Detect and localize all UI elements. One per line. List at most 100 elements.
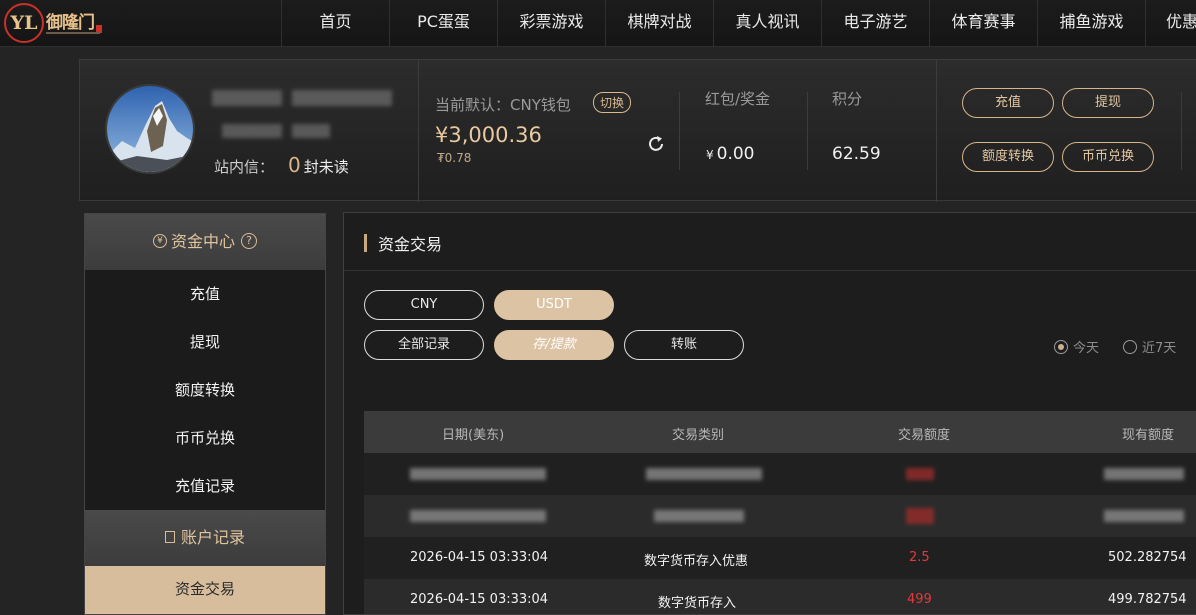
nav-item-slots[interactable]: 电子游艺	[821, 0, 929, 47]
col-type: 交易类别	[672, 428, 725, 443]
masked-cell	[410, 510, 546, 522]
masked-level	[222, 124, 282, 138]
radio-selected-icon	[1054, 340, 1068, 354]
main-content: 资金交易 CNY USDT 全部记录 存/提款 转账 今天 近7天 日期(美东)…	[343, 212, 1196, 615]
nav-item-promotions[interactable]: 优惠	[1145, 0, 1196, 47]
bonus-currency: ¥	[706, 148, 714, 162]
tab-cny[interactable]: CNY	[364, 290, 484, 320]
cell-date: 2026-04-15 03:33:04	[410, 550, 549, 565]
nav-item-live-video[interactable]: 真人视讯	[713, 0, 821, 47]
unread-unit: 封未读	[303, 158, 349, 176]
logo-subline	[46, 32, 100, 34]
default-wallet-label: 当前默认：CNY钱包	[435, 96, 571, 114]
masked-cell	[906, 508, 934, 524]
points-value: 62.59	[832, 144, 881, 164]
transactions-table: 日期(美东) 交易类别 交易额度 现有额度 2026-04-15 03:33:0…	[364, 411, 1196, 614]
sidebar: ¥ 资金中心? 充值 提现 额度转换 币币兑换 充值记录 账户记录 资金交易	[84, 213, 326, 615]
table-row: 2026-04-15 03:33:04 数字货币存入 499 499.78275…	[364, 579, 1196, 614]
range-7days[interactable]: 近7天	[1123, 337, 1176, 356]
radio-icon	[1123, 340, 1137, 354]
switch-wallet-button[interactable]: 切换	[593, 92, 632, 113]
main-nav: 首页 PC蛋蛋 彩票游戏 棋牌对战 真人视讯 电子游艺 体育赛事 捕鱼游戏 优惠	[281, 0, 1196, 47]
range-7days-label: 近7天	[1142, 341, 1177, 356]
table-row-masked	[364, 453, 1196, 495]
divider	[1181, 92, 1182, 170]
divider	[807, 92, 808, 170]
divider	[679, 92, 680, 170]
table-row-masked	[364, 495, 1196, 537]
logo-name: 御隆门	[46, 13, 95, 33]
page-title: 资金交易	[378, 235, 443, 254]
site-messages-label: 站内信：	[214, 158, 275, 176]
unread-count: 0	[288, 153, 301, 177]
sidebar-section-fund-center: ¥ 资金中心?	[85, 214, 325, 270]
cell-amount: 499	[907, 592, 932, 607]
wallet-sub-balance: ₮0.78	[437, 151, 472, 165]
cell-type: 数字货币存入	[658, 596, 737, 611]
nav-item-fishing[interactable]: 捕鱼游戏	[1037, 0, 1145, 47]
table-row: 2026-04-15 03:33:04 数字货币存入优惠 2.5 502.282…	[364, 537, 1196, 579]
sidebar-item-deposit-records[interactable]: 充值记录	[85, 462, 325, 510]
nav-item-home[interactable]: 首页	[281, 0, 389, 47]
masked-cell	[1104, 468, 1184, 480]
divider	[936, 60, 937, 202]
col-date: 日期(美东)	[442, 428, 505, 443]
divider	[418, 60, 419, 202]
masked-cell	[654, 510, 744, 522]
masked-cell	[410, 468, 546, 480]
sidebar-item-coin-exchange[interactable]: 币币兑换	[85, 414, 325, 462]
top-navbar: YL 御隆门 首页 PC蛋蛋 彩票游戏 棋牌对战 真人视讯 电子游艺 体育赛事 …	[0, 0, 1196, 47]
cell-balance: 502.282754	[1108, 550, 1187, 565]
help-icon[interactable]: ?	[241, 233, 257, 249]
nav-item-lottery[interactable]: 彩票游戏	[497, 0, 605, 47]
document-icon	[164, 531, 175, 543]
masked-cell	[646, 468, 762, 480]
refresh-icon[interactable]	[645, 133, 667, 155]
tab-transfer[interactable]: 转账	[624, 330, 744, 360]
masked-cell	[906, 468, 934, 480]
page-title-bar: 资金交易	[344, 213, 1196, 271]
cell-type: 数字货币存入优惠	[644, 554, 749, 569]
sidebar-item-withdraw[interactable]: 提现	[85, 318, 325, 366]
user-info-panel: 站内信： 0 封未读 当前默认：CNY钱包 切换 ¥3,000.36 ₮0.78 红…	[79, 59, 1196, 202]
sidebar-section-account-records: 账户记录	[85, 510, 325, 566]
cell-amount: 2.5	[909, 550, 930, 565]
sidebar-section-title: 账户记录	[180, 528, 245, 547]
tab-usdt[interactable]: USDT	[494, 290, 614, 320]
title-accent	[364, 234, 367, 252]
bonus-label: 红包/奖金	[705, 90, 771, 108]
masked-level-2	[292, 124, 330, 138]
sidebar-section-title: 资金中心	[170, 232, 235, 251]
sidebar-item-fund-transactions[interactable]: 资金交易	[85, 566, 325, 614]
nav-item-card-games[interactable]: 棋牌对战	[605, 0, 713, 47]
coin-exchange-button[interactable]: 币币兑换	[1062, 142, 1154, 172]
transfer-quota-button[interactable]: 额度转换	[962, 142, 1054, 172]
bonus-amount: 0.00	[716, 144, 755, 164]
points-label: 积分	[832, 90, 863, 108]
masked-username	[212, 90, 282, 106]
range-today[interactable]: 今天	[1054, 337, 1099, 356]
col-balance: 现有额度	[1122, 428, 1175, 443]
avatar[interactable]	[105, 84, 195, 174]
tab-deposit-withdraw[interactable]: 存/提款	[494, 330, 614, 360]
sidebar-item-transfer-quota[interactable]: 额度转换	[85, 366, 325, 414]
tab-all-records[interactable]: 全部记录	[364, 330, 484, 360]
withdraw-button[interactable]: 提现	[1062, 88, 1154, 118]
nav-item-sports[interactable]: 体育赛事	[929, 0, 1037, 47]
table-header: 日期(美东) 交易类别 交易额度 现有额度	[364, 411, 1196, 453]
sidebar-item-deposit[interactable]: 充值	[85, 270, 325, 318]
yen-coin-icon: ¥	[152, 234, 167, 248]
site-messages[interactable]: 站内信： 0 封未读	[214, 153, 349, 177]
site-logo[interactable]: YL 御隆门	[4, 3, 104, 43]
nav-item-pc-egg[interactable]: PC蛋蛋	[389, 0, 497, 47]
range-today-label: 今天	[1073, 341, 1100, 356]
bonus-value: ¥0.00	[706, 144, 755, 164]
cell-balance: 499.782754	[1108, 592, 1187, 607]
cell-date: 2026-04-15 03:33:04	[410, 592, 549, 607]
wallet-balance: ¥3,000.36	[435, 123, 542, 147]
logo-mark: YL	[4, 3, 44, 43]
masked-username-2	[292, 90, 392, 106]
col-amount: 交易额度	[898, 428, 951, 443]
masked-cell	[1104, 510, 1184, 522]
deposit-button[interactable]: 充值	[962, 88, 1054, 118]
